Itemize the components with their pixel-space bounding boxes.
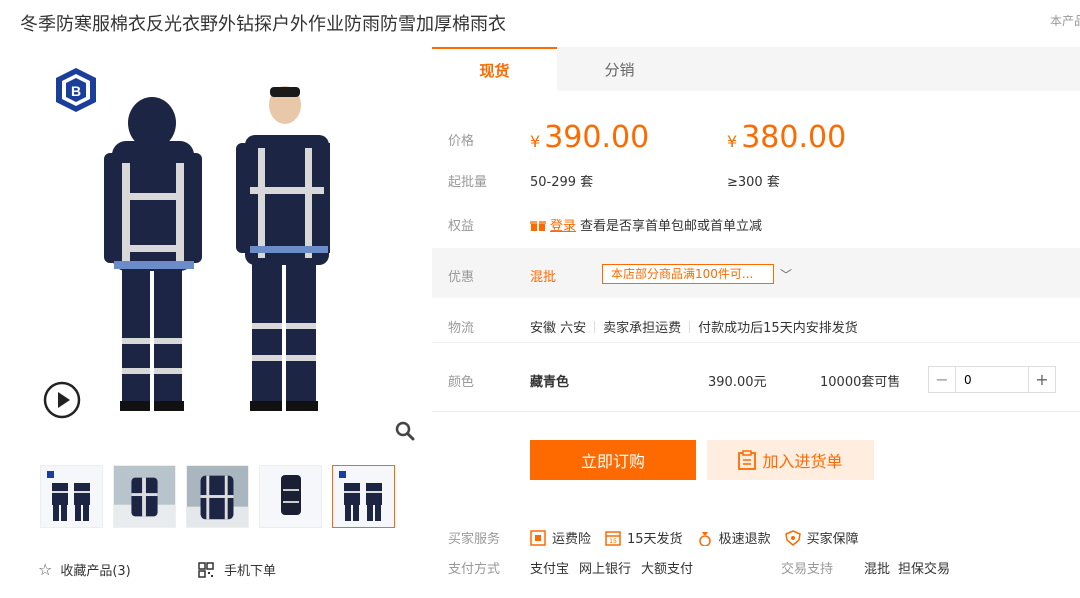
qty-range-2: ≥300 套	[727, 175, 780, 190]
payment-method: 网上银行	[579, 562, 632, 577]
logistics-shipping: 卖家承担运费	[603, 321, 682, 336]
tab-spot[interactable]: 现货	[432, 47, 557, 91]
color-label: 颜色	[448, 375, 475, 390]
increase-button[interactable]: +	[1028, 367, 1055, 392]
trade-support-item: 混批	[864, 562, 891, 577]
service-buyer-protection[interactable]: 买家保障	[784, 528, 859, 547]
payment-method: 大额支付	[641, 562, 694, 577]
currency-symbol: ¥	[727, 132, 738, 151]
thumbnail-2[interactable]	[113, 465, 176, 528]
divider	[432, 342, 1080, 343]
promo-label: 优惠	[448, 270, 475, 285]
payment-methods: 支付宝 网上银行 大额支付	[530, 558, 703, 577]
payment-method: 支付宝	[530, 562, 570, 577]
service-15-day-shipping[interactable]: 15 15天发货	[605, 528, 683, 547]
service-label: 运费险	[552, 532, 592, 547]
tab-distribution[interactable]: 分销	[557, 47, 682, 91]
services-row: 运费险 15 15天发货 极速退款 买家保障	[530, 528, 873, 547]
thumbnail-strip	[40, 465, 395, 528]
divider	[432, 411, 1080, 412]
mobile-order-label: 手机下单	[224, 564, 277, 579]
svg-text:15: 15	[609, 538, 617, 545]
calendar-icon: 15	[605, 530, 621, 546]
svg-text:B: B	[71, 83, 81, 99]
trade-support-label: 交易支持	[781, 562, 834, 577]
thumbnail-1[interactable]	[40, 465, 103, 528]
favorite-label: 收藏产品(3)	[60, 564, 131, 579]
star-icon: ☆	[38, 560, 53, 579]
decrease-button[interactable]: −	[929, 367, 956, 392]
currency-symbol: ¥	[530, 132, 541, 151]
add-to-cart-label: 加入进货单	[762, 452, 843, 471]
product-image[interactable]	[100, 83, 330, 428]
brand-logo: B	[56, 68, 96, 112]
add-to-cart-button[interactable]: 加入进货单	[707, 440, 874, 480]
favorite-button[interactable]: ☆ 收藏产品(3)	[38, 560, 131, 579]
service-label: 极速退款	[718, 532, 771, 547]
play-video-button[interactable]	[42, 380, 82, 420]
logistics-origin: 安徽 六安	[530, 321, 587, 336]
login-link[interactable]: 登录	[550, 215, 576, 234]
product-gallery: B	[30, 48, 420, 448]
service-shipping-insurance[interactable]: 运费险	[530, 528, 591, 547]
price-tier-2: ¥380.00	[727, 120, 846, 155]
rights-label: 权益	[448, 219, 475, 234]
shield-icon	[530, 529, 546, 546]
quantity-stepper: − +	[928, 366, 1056, 393]
protection-icon	[784, 529, 801, 546]
price-tier-1: ¥390.00	[530, 120, 649, 155]
color-option-stock: 10000套可售	[820, 375, 901, 390]
payment-label: 支付方式	[448, 562, 501, 577]
rights-row: 登录 查看是否享首单包邮或首单立减	[530, 215, 762, 234]
service-label: 15天发货	[627, 532, 683, 547]
quantity-input[interactable]	[956, 367, 1028, 392]
promo-tag[interactable]: 本店部分商品满100件可...	[602, 264, 774, 284]
min-qty-label: 起批量	[448, 175, 488, 190]
service-fast-refund[interactable]: 极速退款	[697, 528, 771, 547]
clipboard-icon	[738, 450, 757, 470]
qty-range-1: 50-299 套	[530, 175, 594, 190]
trade-support-item: 担保交易	[898, 562, 951, 577]
product-title: 冬季防寒服棉衣反光衣野外钻探户外作业防雨防雪加厚棉雨衣	[20, 14, 506, 35]
gift-icon	[530, 220, 546, 231]
price-tier-1-value: 390.00	[544, 120, 650, 155]
qr-code-icon	[198, 561, 214, 578]
buy-now-button[interactable]: 立即订购	[530, 440, 696, 480]
color-option-name: 藏青色	[530, 375, 570, 390]
service-label: 买家保障	[806, 532, 859, 547]
services-label: 买家服务	[448, 532, 501, 547]
mobile-order-button[interactable]: 手机下单	[198, 560, 276, 579]
thumbnail-3[interactable]	[186, 465, 249, 528]
color-option-price: 390.00元	[708, 375, 767, 390]
separator	[689, 320, 691, 333]
price-label: 价格	[448, 134, 475, 149]
logistics-delivery: 付款成功后15天内安排发货	[698, 321, 858, 336]
chevron-down-icon[interactable]: ﹀	[780, 266, 792, 283]
trade-support-items: 混批 担保交易	[864, 558, 958, 577]
money-bag-icon	[698, 531, 711, 546]
logistics-label: 物流	[448, 321, 475, 336]
price-tier-2-value: 380.00	[741, 120, 847, 155]
purchase-tabs: 现货 分销	[432, 47, 1080, 91]
thumbnail-5[interactable]	[332, 465, 395, 528]
promo-mixed-batch: 混批	[530, 270, 557, 285]
thumbnail-4[interactable]	[259, 465, 322, 528]
rights-text: 查看是否享首单包邮或首单立减	[580, 219, 763, 234]
separator	[594, 320, 596, 333]
logistics-row: 安徽 六安 卖家承担运费 付款成功后15天内安排发货	[530, 317, 858, 336]
zoom-icon[interactable]	[394, 420, 416, 442]
corner-text: 本产品	[1050, 14, 1080, 28]
